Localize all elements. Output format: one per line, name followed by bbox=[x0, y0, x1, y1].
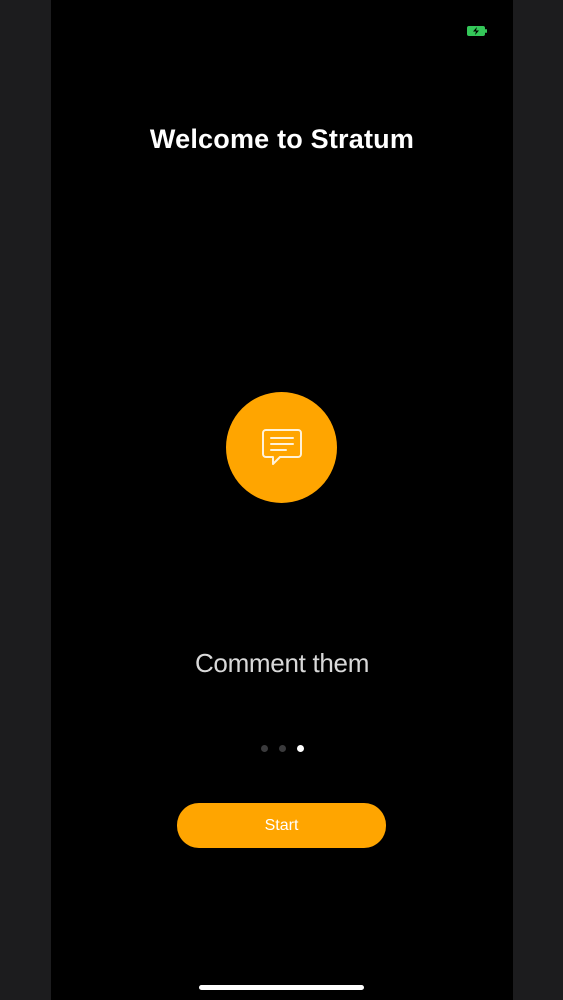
page-dot-2[interactable] bbox=[278, 745, 286, 752]
page-indicator bbox=[51, 745, 513, 752]
page-dot-3[interactable] bbox=[296, 745, 304, 752]
speech-bubble-icon bbox=[261, 428, 302, 465]
feature-caption: Comment them bbox=[194, 648, 370, 678]
page-title: Welcome to Stratum bbox=[149, 124, 415, 154]
start-button[interactable]: Start bbox=[177, 803, 386, 848]
battery-charging-icon bbox=[467, 23, 487, 36]
feature-icon-circle bbox=[226, 392, 337, 503]
page-dot-1[interactable] bbox=[260, 745, 268, 752]
home-indicator[interactable] bbox=[199, 985, 364, 990]
onboarding-screen: Welcome to Stratum Comment them Start bbox=[51, 0, 513, 1000]
